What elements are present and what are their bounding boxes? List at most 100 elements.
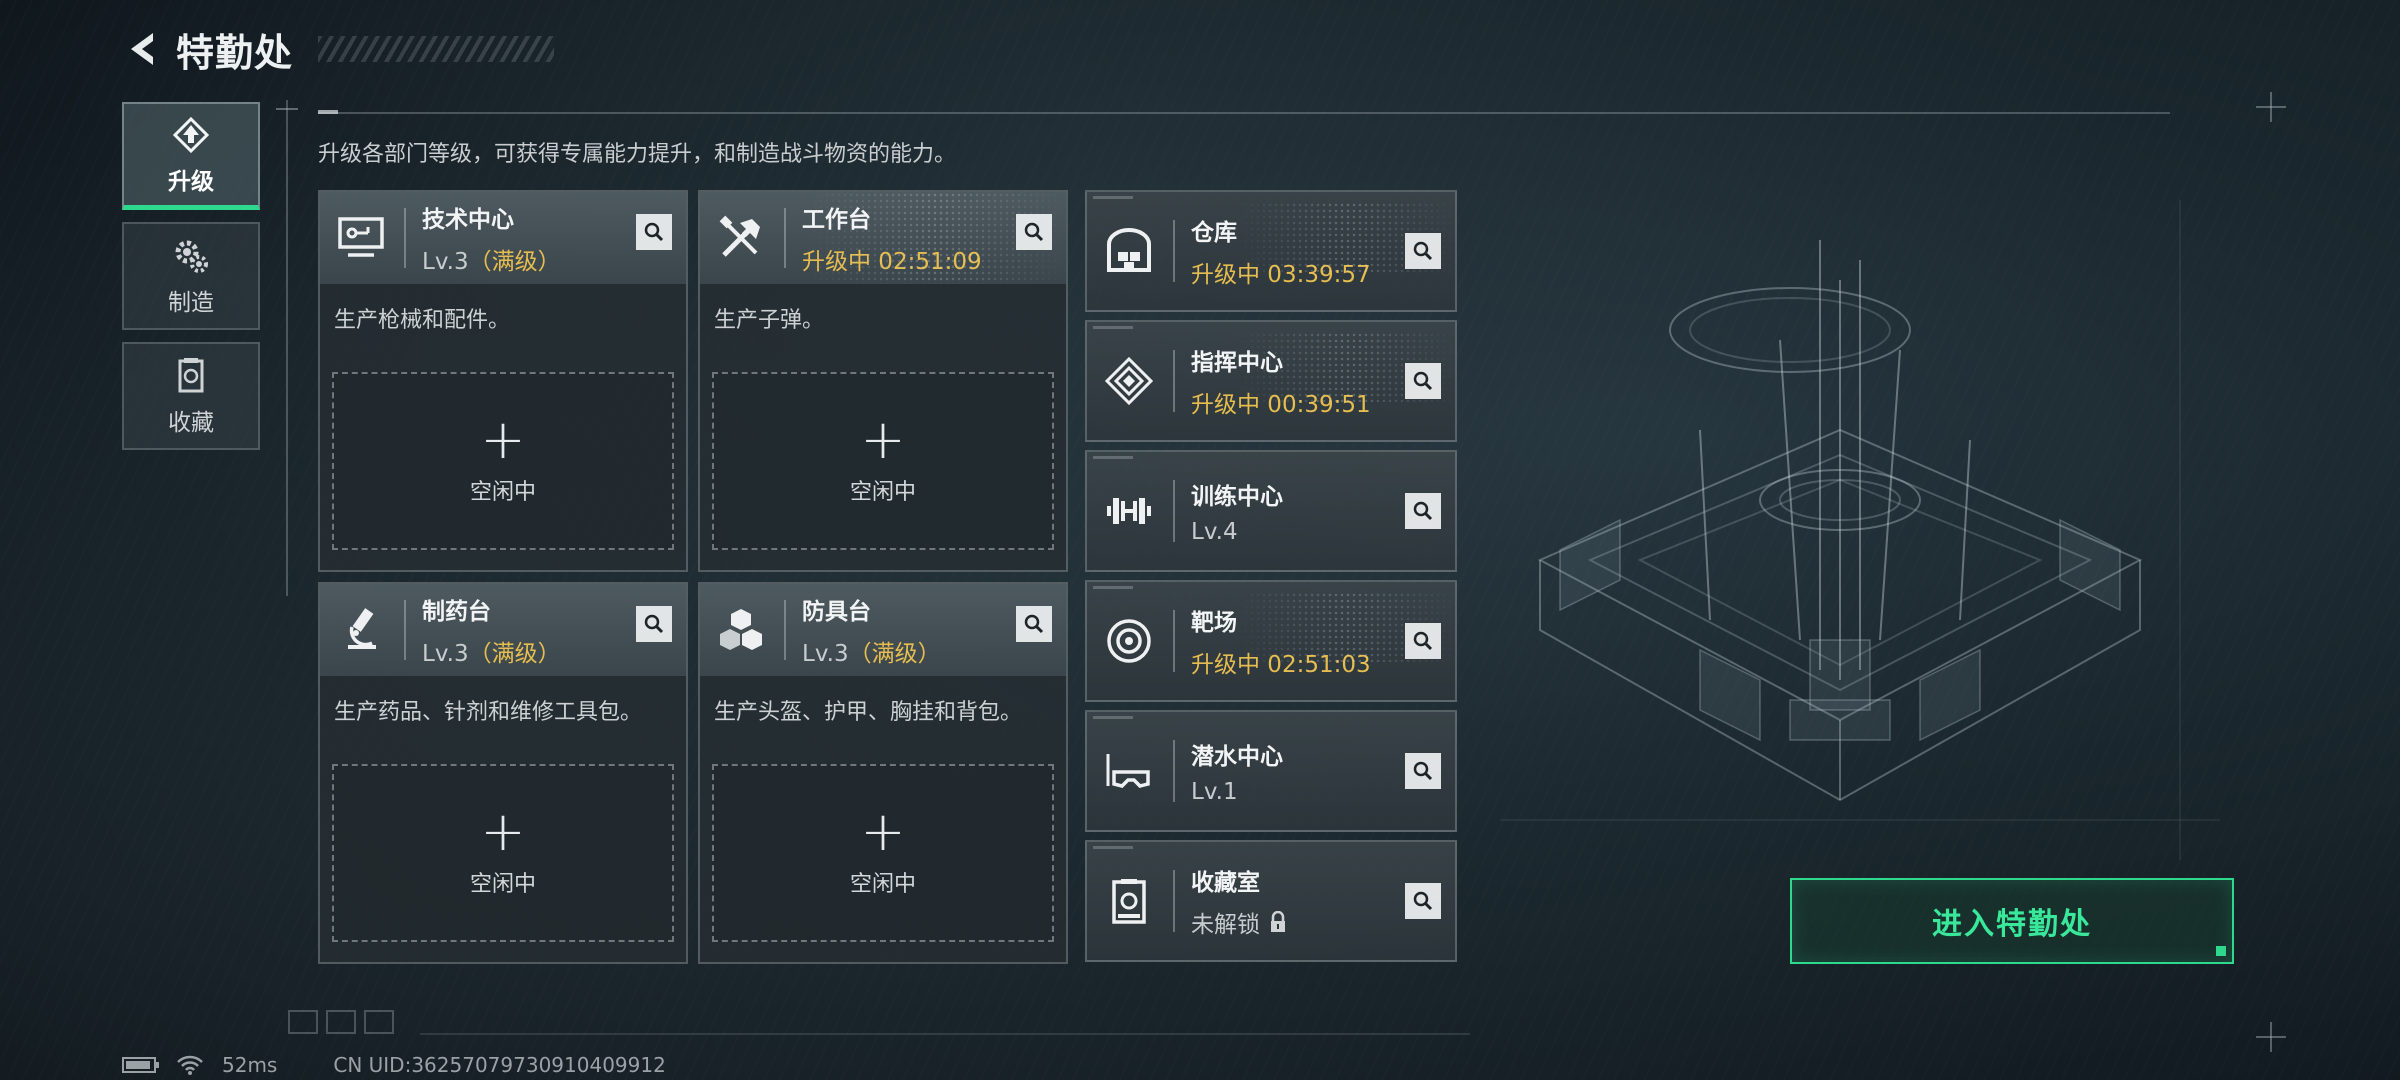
card-header: 防具台 Lv.3（满级）	[700, 584, 1066, 676]
page-title: 特勤处	[176, 30, 294, 75]
target-icon	[1101, 613, 1157, 669]
search-icon	[1024, 222, 1044, 242]
separator	[404, 208, 406, 268]
facility-card-tech-center: 技术中心 Lv.3（满级） 生产枪械和配件。 + 空闲中	[318, 190, 688, 572]
card-level: Lv.3（满级）	[422, 249, 561, 275]
plus-icon: +	[480, 800, 526, 863]
separator	[404, 600, 406, 660]
corner-crosshair	[2256, 92, 2286, 122]
facility-item-training-center[interactable]: 训练中心 Lv.4	[1085, 450, 1457, 572]
wifi-icon	[177, 1055, 203, 1075]
divider-vertical	[286, 100, 288, 596]
deco-box	[326, 1010, 356, 1034]
title-decoration	[318, 36, 554, 62]
search-icon	[1413, 761, 1433, 781]
card-description: 生产头盔、护甲、胸挂和背包。	[714, 700, 1023, 725]
tab-collection[interactable]: 收藏	[122, 342, 260, 450]
header: 特勤处	[122, 26, 293, 75]
enter-button-label: 进入特勤处	[1932, 907, 2092, 942]
warehouse-icon	[1101, 223, 1157, 279]
details-button[interactable]	[1405, 883, 1441, 919]
item-title: 靶场	[1191, 610, 1237, 636]
facility-item-collection-room[interactable]: 收藏室 未解锁	[1085, 840, 1457, 962]
details-button[interactable]	[1405, 753, 1441, 789]
max-level-tag: （满级）	[848, 641, 941, 667]
card-level: Lv.3（满级）	[802, 641, 941, 667]
tab-label: 收藏	[168, 410, 214, 436]
search-icon	[1413, 501, 1433, 521]
tab-craft[interactable]: 制造	[122, 222, 260, 330]
upgrade-timer: 升级中 02:51:09	[802, 249, 982, 275]
production-slot[interactable]: + 空闲中	[332, 764, 674, 942]
details-button[interactable]	[1405, 493, 1441, 529]
back-button[interactable]	[122, 29, 162, 69]
lock-icon	[1268, 911, 1288, 939]
details-button[interactable]	[1405, 623, 1441, 659]
deco-box	[364, 1010, 394, 1034]
page-description: 升级各部门等级，可获得专属能力提升，和制造战斗物资的能力。	[318, 142, 957, 167]
decorative-boxes	[288, 1010, 394, 1034]
decorative-line	[420, 1033, 1470, 1035]
details-button[interactable]	[1016, 606, 1052, 642]
separator	[1173, 610, 1175, 672]
item-title: 潜水中心	[1191, 744, 1283, 770]
separator	[1173, 740, 1175, 802]
production-slot[interactable]: + 空闲中	[712, 372, 1054, 550]
tab-label: 制造	[168, 290, 214, 316]
facility-card-armor-bench: 防具台 Lv.3（满级） 生产头盔、护甲、胸挂和背包。 + 空闲中	[698, 582, 1068, 964]
upgrade-timer: 升级中 02:51:03	[1191, 652, 1371, 678]
details-button[interactable]	[636, 606, 672, 642]
production-slot[interactable]: + 空闲中	[332, 372, 674, 550]
vault-icon	[1101, 873, 1157, 929]
card-description: 生产子弹。	[714, 308, 825, 333]
facility-item-shooting-range[interactable]: 靶场 升级中 02:51:03	[1085, 580, 1457, 702]
command-icon	[1101, 353, 1157, 409]
monitor-icon	[334, 211, 388, 265]
card-title: 技术中心	[422, 207, 514, 233]
card-description: 生产枪械和配件。	[334, 308, 511, 333]
tab-upgrade[interactable]: 升级	[122, 102, 260, 210]
card-level: Lv.3（满级）	[422, 641, 561, 667]
enter-headquarters-button[interactable]: 进入特勤处	[1790, 878, 2234, 964]
slot-status: 空闲中	[469, 480, 536, 505]
divider-horizontal	[318, 112, 2170, 114]
details-button[interactable]	[636, 214, 672, 250]
separator	[1173, 220, 1175, 282]
upgrade-timer: 升级中 03:39:57	[1191, 262, 1371, 288]
max-level-tag: （满级）	[468, 641, 561, 667]
ping-value: 52ms	[222, 1053, 278, 1077]
separator	[1173, 350, 1175, 412]
diving-mask-icon	[1101, 743, 1157, 799]
divider-accent	[318, 110, 338, 114]
back-arrow-icon	[131, 33, 153, 65]
separator	[784, 208, 786, 268]
production-slot[interactable]: + 空闲中	[712, 764, 1054, 942]
search-icon	[1024, 614, 1044, 634]
facility-item-command-center[interactable]: 指挥中心 升级中 00:39:51	[1085, 320, 1457, 442]
details-button[interactable]	[1405, 363, 1441, 399]
search-icon	[1413, 631, 1433, 651]
plus-icon: +	[860, 800, 906, 863]
upgrade-icon	[170, 114, 212, 156]
details-button[interactable]	[1405, 233, 1441, 269]
slot-status: 空闲中	[849, 480, 916, 505]
collection-icon	[170, 355, 212, 397]
status-bar: 52ms CN UID:36257079730910409912	[122, 1053, 666, 1077]
card-title: 防具台	[802, 599, 871, 625]
item-level: Lv.1	[1191, 779, 1238, 805]
facility-item-warehouse[interactable]: 仓库 升级中 03:39:57	[1085, 190, 1457, 312]
card-title: 工作台	[802, 207, 871, 233]
headquarters-wireframe-illustration	[1500, 200, 2220, 860]
search-icon	[1413, 891, 1433, 911]
search-icon	[1413, 371, 1433, 391]
search-icon	[644, 222, 664, 242]
details-button[interactable]	[1016, 214, 1052, 250]
gears-icon	[170, 235, 212, 277]
deco-box	[288, 1010, 318, 1034]
facility-item-diving-center[interactable]: 潜水中心 Lv.1	[1085, 710, 1457, 832]
slot-status: 空闲中	[469, 872, 536, 897]
card-header: 工作台 升级中 02:51:09	[700, 192, 1066, 284]
max-level-tag: （满级）	[468, 249, 561, 275]
card-title: 制药台	[422, 599, 491, 625]
user-uid: CN UID:36257079730910409912	[333, 1053, 666, 1077]
